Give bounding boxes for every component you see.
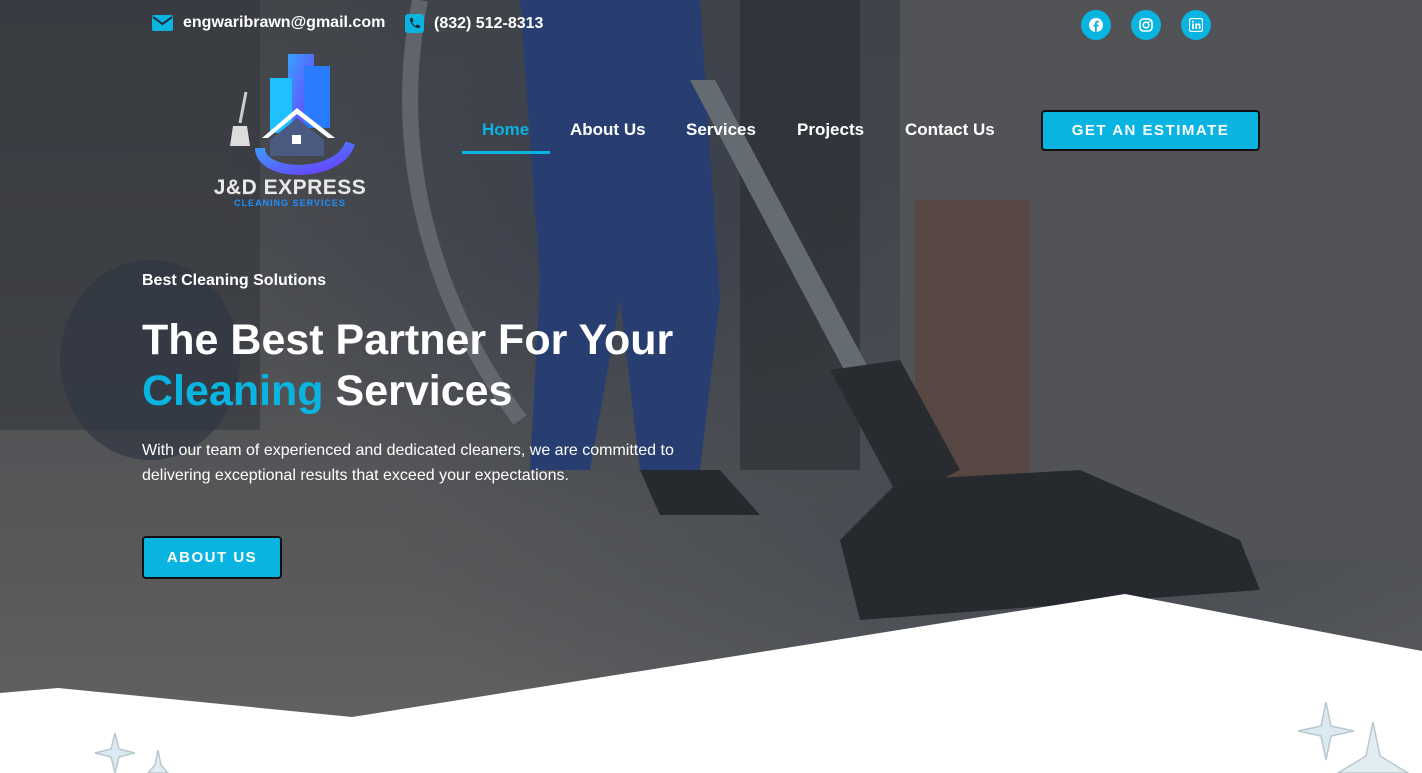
sparkle-icon	[1298, 701, 1410, 773]
hero-bottom-wave	[0, 594, 1422, 773]
hero-section: engwaribrawn@gmail.com (832) 512-8313 J&…	[0, 0, 1422, 773]
sparkle-icon	[94, 732, 169, 773]
